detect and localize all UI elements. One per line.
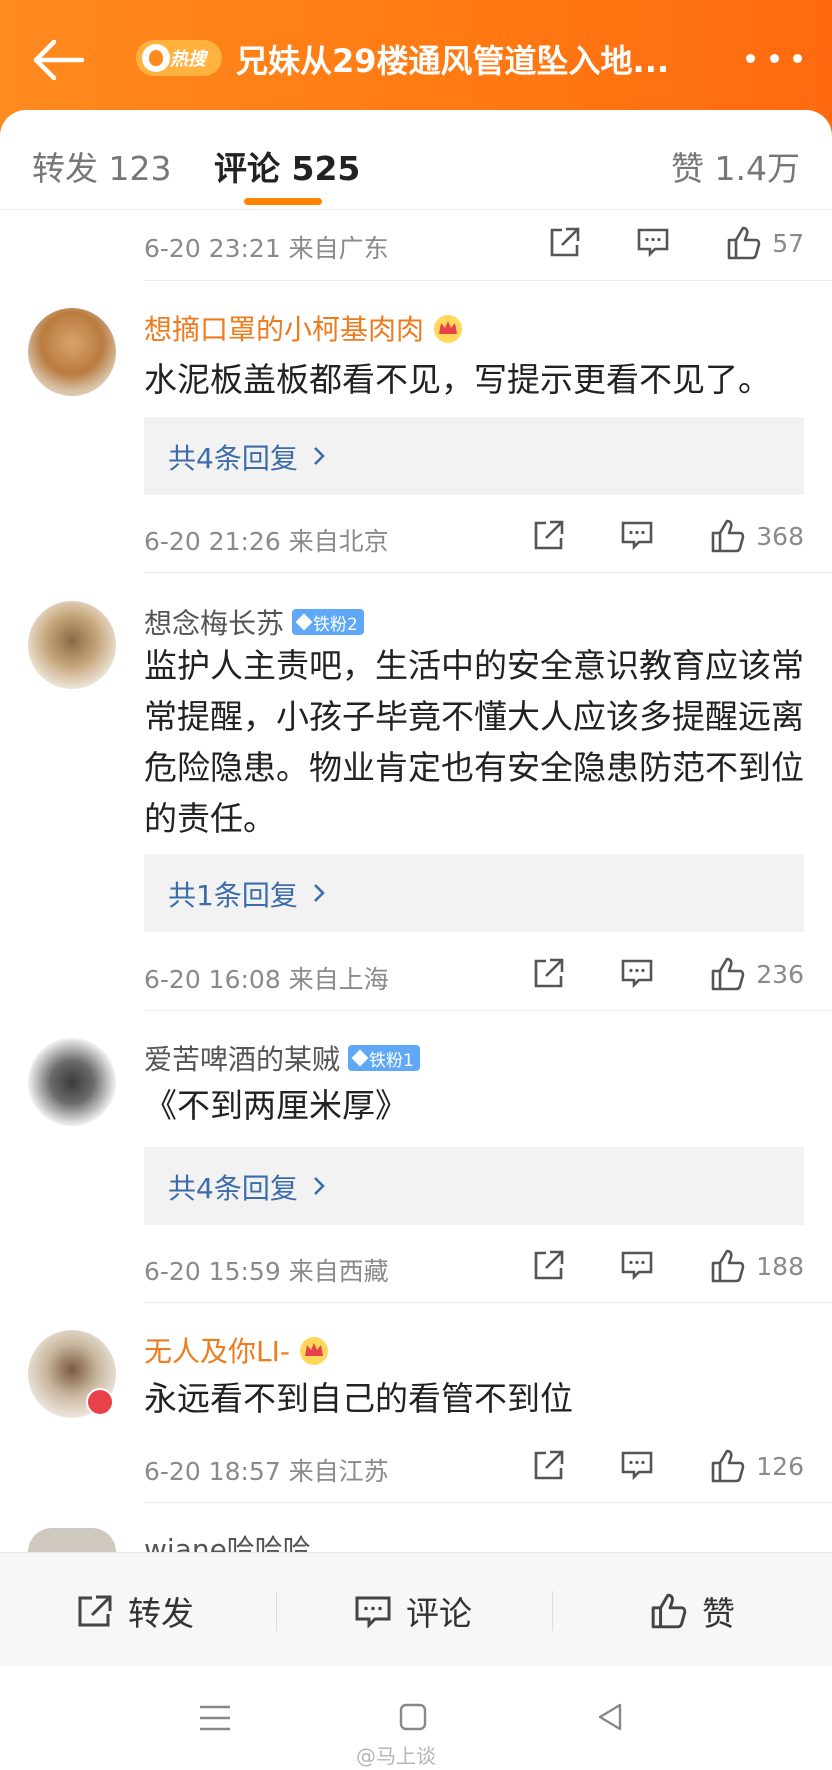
comment-icon[interactable] <box>620 1448 654 1482</box>
thumbs-up-icon <box>711 957 745 991</box>
share-icon <box>78 1595 112 1627</box>
comment-icon[interactable] <box>620 518 654 552</box>
share-icon[interactable] <box>548 225 582 259</box>
share-icon[interactable] <box>532 1448 566 1482</box>
chevron-right-icon <box>314 884 325 902</box>
like-count: 188 <box>756 1251 804 1281</box>
replies-box[interactable]: 共1条回复 <box>144 854 804 932</box>
username[interactable]: 想念梅长苏 铁粉2 <box>144 602 364 642</box>
back-arrow-icon[interactable] <box>30 38 86 82</box>
like-count: 236 <box>756 959 804 989</box>
comment-icon <box>355 1596 391 1629</box>
share-icon[interactable] <box>532 956 566 990</box>
avatar[interactable] <box>28 308 116 396</box>
comment-button[interactable]: 评论 <box>354 1587 472 1635</box>
tab-bar: 转发 123 评论 525 赞 1.4万 <box>0 110 832 210</box>
thumbs-up-icon <box>711 1249 745 1283</box>
thumbs-up-icon <box>711 519 745 553</box>
comment-time-location: 6-20 15:59 来自西藏 <box>144 1257 389 1286</box>
share-icon[interactable] <box>532 518 566 552</box>
like-group[interactable]: 188 <box>710 1248 804 1284</box>
comment-meta-row: 6-20 21:26 来自北京 368 <box>144 510 804 560</box>
comment-meta-row: 6-20 23:21 来自广东 57 <box>144 217 804 267</box>
back-icon[interactable] <box>596 1702 624 1732</box>
comment-time-location: 6-20 18:57 来自江苏 <box>144 1457 389 1486</box>
replies-link[interactable]: 共1条回复 <box>168 874 298 914</box>
like-group[interactable]: 368 <box>710 518 804 554</box>
chevron-right-icon <box>314 1177 325 1195</box>
thumbs-up-icon <box>651 1593 687 1629</box>
gem-icon <box>351 1049 369 1067</box>
divider <box>276 1591 277 1631</box>
comment-meta-row: 6-20 15:59 来自西藏 188 <box>144 1240 804 1290</box>
fan-level-badge: 铁粉1 <box>348 1045 420 1071</box>
avatar[interactable] <box>28 1528 116 1552</box>
bottom-action-bar: 转发 评论 赞 <box>0 1552 832 1666</box>
comment-meta-row: 6-20 18:57 来自江苏 126 <box>144 1440 804 1490</box>
comment-icon[interactable] <box>620 956 654 990</box>
avatar[interactable] <box>28 601 116 689</box>
divider <box>144 280 832 281</box>
like-group[interactable]: 57 <box>726 225 804 261</box>
like-group[interactable]: 236 <box>710 956 804 992</box>
comment-meta-row: 6-20 16:08 来自上海 236 <box>144 948 804 998</box>
verified-badge-icon <box>86 1388 114 1416</box>
like-count: 368 <box>756 521 804 551</box>
divider <box>144 572 832 573</box>
divider <box>144 1010 832 1011</box>
fan-level-badge: 铁粉2 <box>292 609 364 635</box>
tab-repost[interactable]: 转发 123 <box>32 142 171 190</box>
comment-text: 《不到两厘米厚》 <box>144 1086 408 1125</box>
like-button[interactable]: 赞 <box>650 1587 735 1635</box>
like-count: 57 <box>772 228 804 258</box>
username[interactable]: 想摘口罩的小柯基肉肉 <box>144 308 464 348</box>
divider <box>144 1302 832 1303</box>
divider <box>552 1591 553 1631</box>
avatar[interactable] <box>28 1038 116 1126</box>
divider <box>144 1502 832 1503</box>
home-icon[interactable] <box>398 1702 428 1732</box>
gem-icon <box>295 613 313 631</box>
thumbs-up-icon <box>711 1449 745 1483</box>
flame-icon <box>142 44 170 72</box>
comment-text: 监护人主责吧，生活中的安全意识教育应该常常提醒，小孩子毕竟不懂大人应该多提醒远离… <box>144 646 804 838</box>
comment-icon[interactable] <box>636 225 670 259</box>
replies-box[interactable]: 共4条回复 <box>144 1147 804 1225</box>
like-count: 126 <box>756 1451 804 1481</box>
thumbs-up-icon <box>727 226 761 260</box>
username[interactable]: 无人及你LI- <box>144 1330 330 1370</box>
more-options-icon[interactable] <box>746 54 802 64</box>
hot-search-label: 热搜 <box>170 49 206 70</box>
replies-link[interactable]: 共4条回复 <box>168 437 298 477</box>
comment-text: 永远看不到自己的看管不到位 <box>144 1379 573 1418</box>
share-icon[interactable] <box>532 1248 566 1282</box>
menu-icon[interactable] <box>198 1704 232 1732</box>
vip-crown-icon <box>434 315 463 343</box>
replies-box[interactable]: 共4条回复 <box>144 417 804 495</box>
comment-icon[interactable] <box>620 1248 654 1282</box>
active-tab-indicator <box>244 198 322 205</box>
page-title: 兄妹从29楼通风管道坠入地... <box>236 42 670 80</box>
comment-text: 水泥板盖板都看不见，写提示更看不见了。 <box>144 360 771 399</box>
watermark: @马上谈 <box>356 1744 436 1768</box>
repost-button[interactable]: 转发 <box>76 1587 194 1635</box>
hot-search-badge[interactable]: 热搜 <box>136 40 222 76</box>
username[interactable]: wjane哈哈哈 <box>144 1528 311 1552</box>
vip-crown-icon <box>299 1337 328 1365</box>
username[interactable]: 爱苦啤酒的某贼 铁粉1 <box>144 1038 420 1078</box>
like-group[interactable]: 126 <box>710 1448 804 1484</box>
comment-time-location: 6-20 23:21 来自广东 <box>144 234 389 263</box>
chevron-right-icon <box>314 447 325 465</box>
comment-time-location: 6-20 21:26 来自北京 <box>144 527 389 556</box>
tab-comment[interactable]: 评论 525 <box>214 142 360 190</box>
tab-like[interactable]: 赞 1.4万 <box>671 142 800 190</box>
replies-link[interactable]: 共4条回复 <box>168 1167 298 1207</box>
comment-time-location: 6-20 16:08 来自上海 <box>144 965 389 994</box>
